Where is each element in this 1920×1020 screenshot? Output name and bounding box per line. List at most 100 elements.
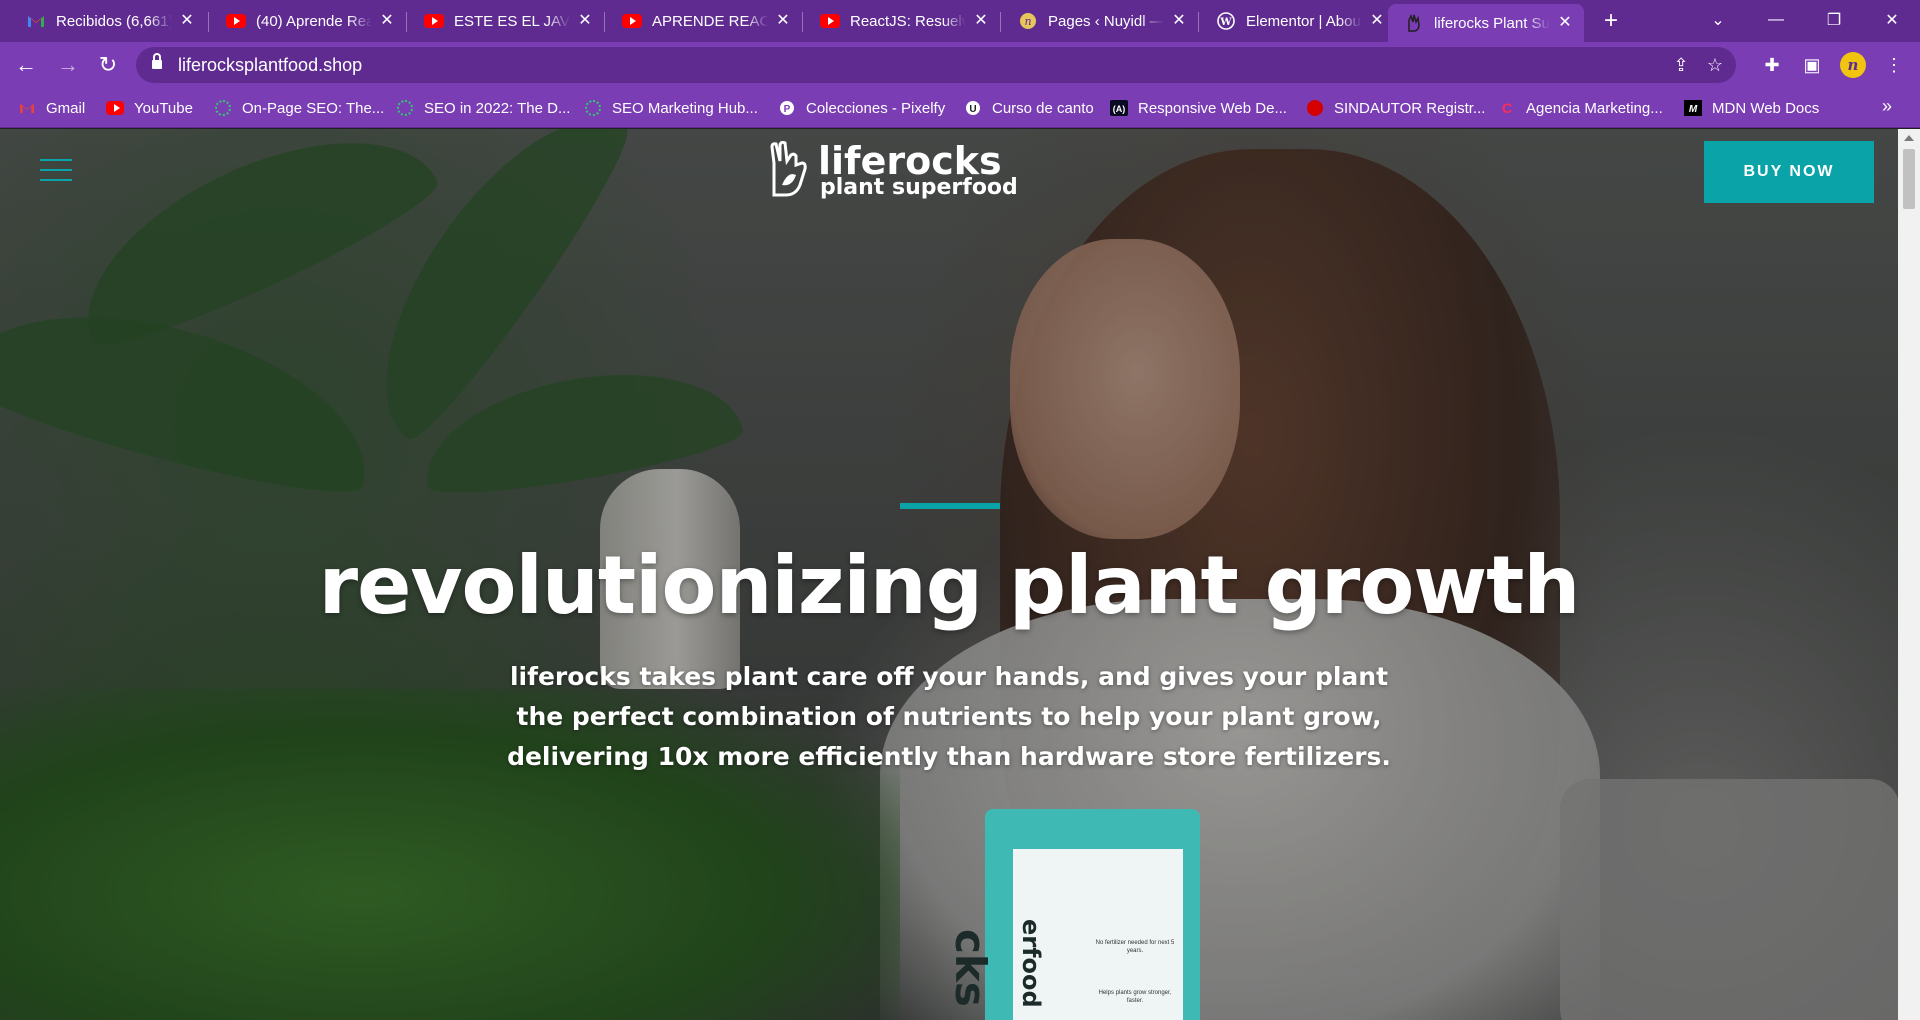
buy-now-button[interactable]: BUY NOW: [1704, 141, 1874, 203]
svg-text:C: C: [1502, 100, 1512, 116]
tab-separator: [802, 12, 803, 32]
hero-subtext-line: delivering 10x more efficiently than har…: [507, 742, 1391, 771]
youtube-icon: [622, 11, 642, 31]
address-bar[interactable]: liferocksplantfood.shop ⇪ ☆: [136, 47, 1736, 83]
product-brand-text: cks: [946, 929, 995, 1007]
tab-title: (40) Aprende React: [256, 12, 372, 30]
back-button[interactable]: ←: [10, 49, 42, 81]
close-tab-icon[interactable]: ✕: [576, 12, 594, 30]
tab-aprende-react-2[interactable]: APRENDE REACT ✕: [606, 3, 802, 39]
product-subbrand-text: erfood: [1017, 919, 1045, 1008]
tab-separator: [1198, 12, 1199, 32]
tab-pages-nuyidl[interactable]: n Pages ‹ Nuyidl — ✕: [1002, 3, 1198, 39]
reload-button[interactable]: ↻: [92, 49, 124, 81]
product-note: No fertilizer needed for next 5 years.: [1095, 940, 1175, 954]
youtube-icon: [820, 11, 840, 31]
bookmark-agencia-marketing[interactable]: C Agencia Marketing...: [1498, 96, 1663, 120]
tab-separator: [604, 12, 605, 32]
bookmark-label: Gmail: [46, 99, 86, 117]
bookmark-curso-canto[interactable]: U Curso de canto: [964, 96, 1094, 120]
lock-icon[interactable]: [152, 53, 162, 70]
mdn-icon: M: [1684, 99, 1702, 117]
tab-title: Recibidos (6,661): [56, 12, 172, 30]
bookmark-label: SEO in 2022: The D...: [424, 99, 571, 117]
bookmark-seo-2022[interactable]: SEO in 2022: The D...: [396, 96, 570, 120]
svg-text:n: n: [1024, 15, 1031, 28]
product-pouch: cks erfood No fertilizer needed for next…: [946, 809, 1200, 1020]
bookmark-label: YouTube: [134, 99, 193, 117]
tab-javascript[interactable]: ESTE ES EL JAVASCRIPT ✕: [408, 3, 604, 39]
scroll-up-icon[interactable]: [1904, 135, 1914, 141]
tab-liferocks[interactable]: liferocks Plant Superfood ✕: [1388, 4, 1584, 42]
close-window-button[interactable]: ✕: [1864, 0, 1920, 40]
hamburger-menu-icon[interactable]: [40, 159, 72, 181]
close-tab-icon[interactable]: ✕: [1368, 12, 1386, 30]
tab-search-icon[interactable]: ⌄: [1690, 0, 1746, 40]
palm-leaf: [0, 276, 390, 512]
globe-icon: [396, 99, 414, 117]
bookmark-mdn[interactable]: M MDN Web Docs: [1684, 96, 1819, 120]
tab-separator: [406, 12, 407, 32]
new-tab-button[interactable]: +: [1596, 6, 1626, 36]
product-note: Helps plants grow stronger, faster.: [1098, 990, 1172, 1004]
tab-title: liferocks Plant Superfood: [1434, 14, 1550, 32]
site-logo[interactable]: liferocks plant superfood: [766, 139, 1026, 200]
bookmark-sindautor[interactable]: SINDAUTOR Registr...: [1306, 96, 1485, 120]
bookmark-seo-hub[interactable]: SEO Marketing Hub...: [584, 96, 758, 120]
menu-icon[interactable]: ⋮: [1880, 51, 1908, 79]
minimize-button[interactable]: —: [1748, 0, 1804, 40]
bookmark-star-icon[interactable]: ☆: [1702, 52, 1728, 78]
tab-elementor[interactable]: W Elementor | About ✕: [1200, 3, 1396, 39]
woman-face: [1010, 239, 1240, 539]
bookmark-label: MDN Web Docs: [1712, 99, 1820, 117]
tab-reactjs[interactable]: ReactJS: Resuelvo ✕: [804, 3, 1000, 39]
bookmark-onpage-seo[interactable]: On-Page SEO: The...: [214, 96, 384, 120]
youtube-icon: [424, 11, 444, 31]
forward-button[interactable]: →: [52, 49, 84, 81]
extensions-icon[interactable]: ✚: [1758, 51, 1786, 79]
url-text[interactable]: liferocksplantfood.shop: [178, 55, 362, 76]
youtube-icon: [226, 11, 246, 31]
svg-text:(A): (A): [1113, 104, 1126, 114]
profile-avatar[interactable]: n: [1840, 52, 1866, 78]
page-viewport: cks erfood No fertilizer needed for next…: [0, 129, 1920, 1020]
close-tab-icon[interactable]: ✕: [378, 12, 396, 30]
bookmark-youtube[interactable]: YouTube: [106, 96, 193, 120]
nuyidl-icon: n: [1018, 11, 1038, 31]
tab-gmail[interactable]: Recibidos (6,661) ✕: [10, 3, 206, 39]
hero-subtext-line: the perfect combination of nutrients to …: [516, 702, 1382, 731]
hero-headline: revolutionizing plant growth: [318, 539, 1581, 632]
bookmark-gmail[interactable]: Gmail: [18, 96, 85, 120]
close-tab-icon[interactable]: ✕: [774, 12, 792, 30]
close-tab-icon[interactable]: ✕: [1556, 14, 1574, 32]
restore-button[interactable]: ❐: [1806, 0, 1862, 40]
wordpress-icon: W: [1216, 11, 1236, 31]
pixelfy-icon: P: [778, 99, 796, 117]
tab-aprende-react[interactable]: (40) Aprende React ✕: [210, 3, 406, 39]
share-icon[interactable]: ⇪: [1668, 52, 1694, 78]
browser-toolbar: ← → ↻ liferocksplantfood.shop ⇪ ☆ ✚ ▣ n …: [0, 42, 1920, 88]
tab-title: ReactJS: Resuelvo: [850, 12, 966, 30]
sofa: [1560, 779, 1898, 1020]
bookmark-responsive-web[interactable]: (A) Responsive Web De...: [1110, 96, 1287, 120]
scrollbar-thumb[interactable]: [1903, 149, 1915, 209]
bookmark-pixelfy[interactable]: P Colecciones - Pixelfy: [778, 96, 945, 120]
side-panel-icon[interactable]: ▣: [1798, 51, 1826, 79]
bookmark-label: On-Page SEO: The...: [242, 99, 385, 117]
agencia-icon: C: [1498, 99, 1516, 117]
youtube-icon: [106, 99, 124, 117]
tab-title: ESTE ES EL JAVASCRIPT: [454, 12, 570, 30]
close-tab-icon[interactable]: ✕: [972, 12, 990, 30]
svg-text:M: M: [1689, 104, 1698, 115]
svg-text:P: P: [784, 104, 791, 115]
palm-leaf: [413, 351, 747, 507]
bookmark-label: Agencia Marketing...: [1526, 99, 1663, 117]
close-tab-icon[interactable]: ✕: [178, 12, 196, 30]
more-bookmarks-icon[interactable]: »: [1882, 96, 1892, 117]
freecodecamp-icon: (A): [1110, 99, 1128, 117]
liferocks-icon: [1404, 13, 1424, 33]
page-scrollbar[interactable]: [1898, 129, 1920, 1020]
bookmark-label: SINDAUTOR Registr...: [1334, 99, 1486, 117]
logo-tagline: plant superfood: [820, 175, 1018, 200]
close-tab-icon[interactable]: ✕: [1170, 12, 1188, 30]
